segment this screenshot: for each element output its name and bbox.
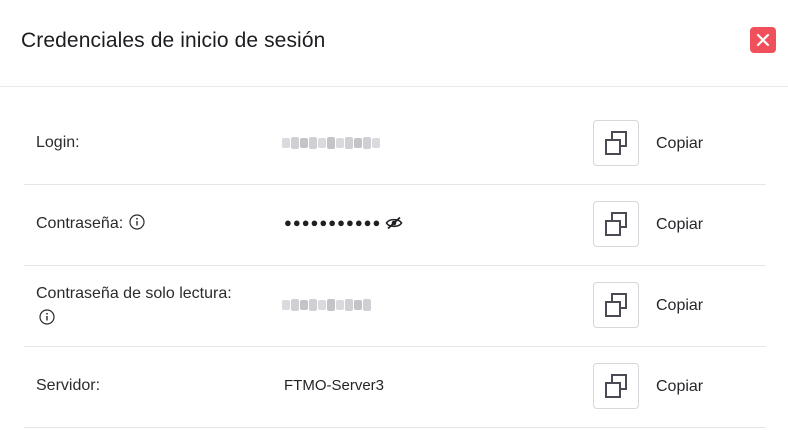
copy-icon xyxy=(605,131,627,155)
server-value: FTMO-Server3 xyxy=(284,377,385,394)
dialog-title: Credenciales de inicio de sesión xyxy=(21,29,326,52)
password-label: Contraseña: xyxy=(36,213,145,235)
password-masked-text: ●●●●●●●●●●● xyxy=(284,215,382,230)
credential-row-password: Contraseña: ●●●●●●●●●●● Copiar xyxy=(24,185,766,266)
copy-icon xyxy=(605,212,627,236)
eye-off-icon[interactable] xyxy=(385,216,403,230)
copy-server-button[interactable] xyxy=(593,363,639,409)
readonly-password-value-obscured xyxy=(282,297,371,313)
password-value: ●●●●●●●●●●● xyxy=(284,215,403,230)
credentials-dialog: Credenciales de inicio de sesión Login: … xyxy=(0,0,788,441)
credential-row-server: Servidor: FTMO-Server3 Copiar xyxy=(24,347,766,428)
info-icon[interactable] xyxy=(129,214,145,230)
password-label-text: Contraseña: xyxy=(36,215,124,232)
login-label: Login: xyxy=(36,134,80,151)
readonly-password-label-text: Contraseña de solo lectura: xyxy=(36,285,232,302)
copy-icon xyxy=(605,374,627,398)
login-value-obscured xyxy=(282,135,380,151)
credential-row-login: Login: Copiar xyxy=(24,104,766,185)
copy-icon xyxy=(605,293,627,317)
close-button[interactable] xyxy=(750,27,776,53)
copy-login-button[interactable] xyxy=(593,120,639,166)
copy-login-label[interactable]: Copiar xyxy=(656,133,703,155)
copy-readonly-password-button[interactable] xyxy=(593,282,639,328)
copy-password-button[interactable] xyxy=(593,201,639,247)
dialog-header: Credenciales de inicio de sesión xyxy=(0,0,788,87)
copy-password-label[interactable]: Copiar xyxy=(656,214,703,236)
info-icon[interactable] xyxy=(39,309,276,332)
close-x-icon xyxy=(756,33,770,47)
copy-readonly-password-label[interactable]: Copiar xyxy=(656,295,703,317)
server-label: Servidor: xyxy=(36,377,101,394)
copy-server-label[interactable]: Copiar xyxy=(656,376,703,398)
credential-row-readonly-password: Contraseña de solo lectura: Copiar xyxy=(24,266,766,347)
readonly-password-label: Contraseña de solo lectura: xyxy=(36,283,276,332)
